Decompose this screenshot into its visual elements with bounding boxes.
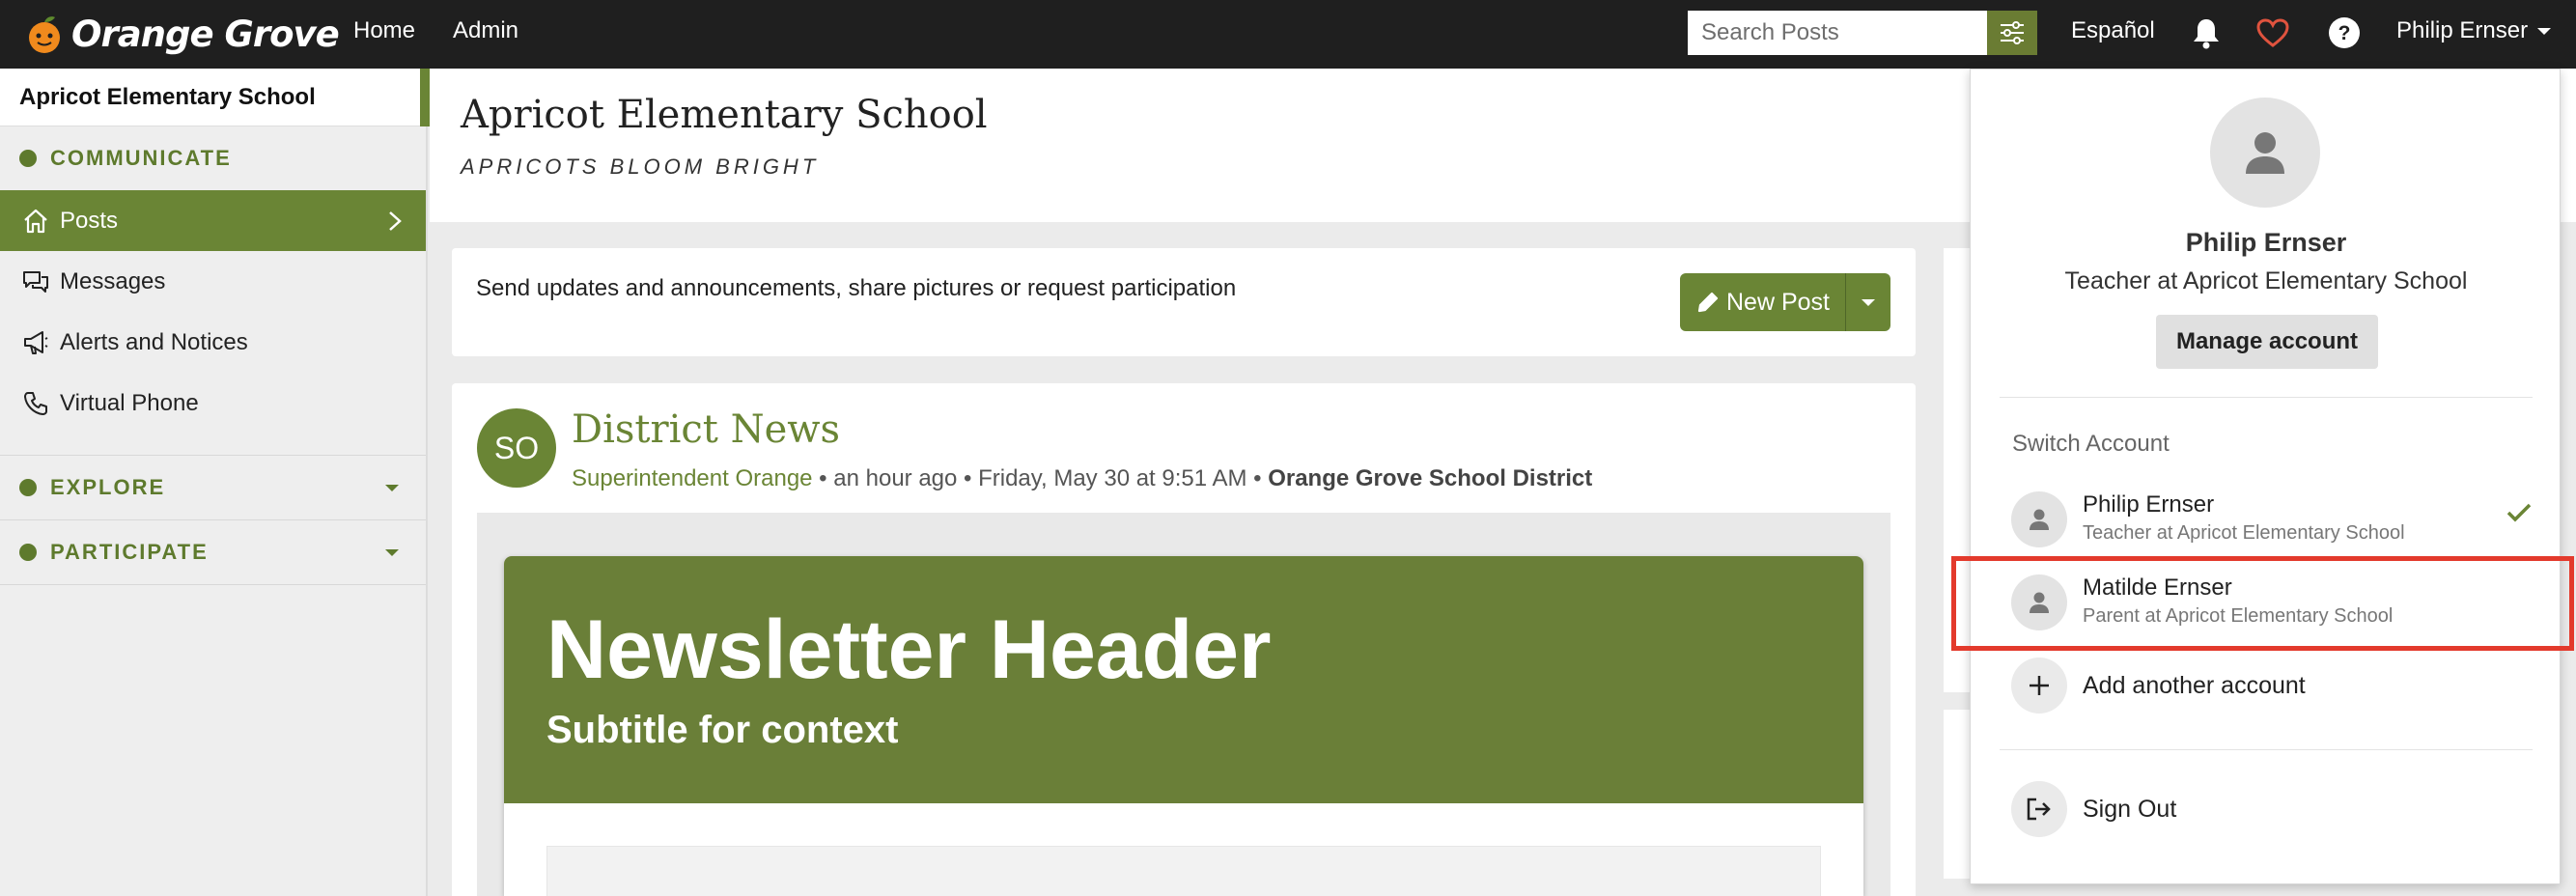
sign-out-icon — [2011, 781, 2067, 837]
manage-account-button[interactable]: Manage account — [2156, 315, 2378, 369]
sidebar-section-participate[interactable]: PARTICIPATE — [0, 520, 426, 584]
help-icon: ? — [2329, 17, 2360, 48]
new-post-label: New Post — [1726, 288, 1830, 316]
avatar[interactable]: SO — [477, 408, 556, 488]
sidebar-section-label: EXPLORE — [50, 475, 166, 499]
sidebar-section-explore[interactable]: EXPLORE — [0, 456, 426, 519]
post-meta-time: • an hour ago • Friday, May 30 at 9:51 A… — [812, 465, 1269, 491]
avatar — [2011, 491, 2067, 547]
chevron-down-icon — [385, 549, 399, 556]
sidebar-item-messages[interactable]: Messages — [0, 251, 426, 312]
orange-logo-icon — [25, 13, 64, 55]
nav-admin-link[interactable]: Admin — [453, 17, 518, 44]
newsletter-content-box — [546, 846, 1821, 896]
chevron-down-icon — [2537, 27, 2552, 35]
newsletter-subtitle: Subtitle for context — [546, 709, 899, 751]
dropdown-divider — [2000, 397, 2533, 398]
favorites-button[interactable] — [2254, 14, 2292, 52]
help-button[interactable]: ? — [2325, 14, 2364, 52]
post-district: Orange Grove School District — [1268, 465, 1593, 491]
phone-icon — [21, 389, 50, 418]
account-role: Teacher at Apricot Elementary School — [2064, 267, 2468, 294]
new-post-button[interactable]: New Post — [1680, 273, 1846, 331]
selection-highlight-box — [1951, 556, 2574, 651]
dropdown-divider — [2000, 749, 2533, 750]
megaphone-icon — [21, 328, 50, 357]
sidebar: Apricot Elementary School COMMUNICATE Po… — [0, 69, 428, 896]
plus-icon — [2011, 658, 2067, 714]
chevron-down-icon — [1862, 298, 1875, 306]
sidebar-section-label: PARTICIPATE — [50, 540, 209, 564]
pencil-icon — [1697, 292, 1719, 313]
account-item-role: Teacher at Apricot Elementary School — [2083, 522, 2405, 544]
switch-account-label: Switch Account — [2012, 431, 2170, 457]
brand-link[interactable]: Orange Grove — [25, 10, 340, 58]
sign-out-label: Sign Out — [2083, 795, 2177, 823]
user-icon — [2246, 132, 2284, 174]
notifications-button[interactable] — [2187, 14, 2226, 52]
user-menu-name: Philip Ernser — [2396, 17, 2529, 43]
school-header-accent — [420, 69, 430, 126]
bell-icon — [2194, 19, 2219, 49]
heart-icon — [2256, 18, 2289, 47]
sidebar-section-label: COMMUNICATE — [50, 146, 232, 170]
nav-home-link[interactable]: Home — [353, 17, 415, 44]
post-title[interactable]: District News — [572, 407, 840, 452]
section-dot-icon — [19, 479, 37, 496]
newsletter-preview: Newsletter Header Subtitle for context — [504, 556, 1863, 896]
svg-text:?: ? — [2338, 22, 2351, 44]
account-name: Philip Ernser — [2185, 228, 2347, 257]
newsletter-title: Newsletter Header — [546, 603, 1272, 696]
account-item-philip[interactable]: Philip Ernser Teacher at Apricot Element… — [2011, 486, 2533, 547]
sidebar-item-label: Alerts and Notices — [60, 328, 248, 355]
add-account-label: Add another account — [2083, 671, 2306, 699]
sidebar-item-posts[interactable]: Posts — [0, 190, 426, 251]
sliders-icon — [2001, 21, 2024, 44]
add-account-button[interactable]: Add another account — [2011, 658, 2306, 714]
sidebar-item-label: Messages — [60, 267, 166, 294]
user-menu-toggle[interactable]: Philip Ernser — [2396, 17, 2552, 44]
composer-prompt: Send updates and announcements, share pi… — [476, 275, 1237, 301]
post-meta: Superintendent Orange • an hour ago • Fr… — [572, 465, 1592, 492]
sidebar-school-name[interactable]: Apricot Elementary School — [0, 69, 426, 126]
chevron-right-icon — [387, 210, 403, 238]
language-toggle[interactable]: Español — [2071, 17, 2155, 44]
sidebar-item-label: Virtual Phone — [60, 389, 199, 416]
sidebar-item-alerts[interactable]: Alerts and Notices — [0, 312, 426, 373]
sidebar-item-virtual-phone[interactable]: Virtual Phone — [0, 373, 426, 434]
sidebar-item-label: Posts — [60, 207, 119, 234]
new-post-button-group: New Post — [1680, 273, 1890, 331]
school-motto: APRICOTS BLOOM BRIGHT — [461, 154, 820, 179]
search-bar — [1688, 11, 2037, 55]
sidebar-section-communicate: COMMUNICATE — [0, 126, 426, 190]
chevron-down-icon — [385, 485, 399, 491]
chat-icon — [21, 267, 50, 296]
section-dot-icon — [19, 150, 37, 167]
search-filter-button[interactable] — [1987, 11, 2037, 55]
account-item-name: Philip Ernser — [2083, 491, 2215, 518]
user-icon — [2030, 509, 2049, 530]
page-title: Apricot Elementary School — [461, 93, 988, 137]
brand-name: Orange Grove — [71, 13, 340, 55]
section-dot-icon — [19, 544, 37, 561]
check-icon — [2506, 501, 2533, 529]
search-input[interactable] — [1688, 11, 1987, 55]
avatar — [2210, 98, 2320, 208]
home-icon — [21, 207, 50, 236]
post-author-link[interactable]: Superintendent Orange — [572, 465, 813, 491]
sidebar-divider — [0, 584, 426, 585]
account-dropdown: Philip Ernser Teacher at Apricot Element… — [1970, 69, 2561, 884]
sign-out-button[interactable]: Sign Out — [2011, 781, 2176, 837]
top-navbar: Orange Grove Home Admin Español — [0, 0, 2576, 69]
new-post-options-button[interactable] — [1846, 273, 1890, 331]
